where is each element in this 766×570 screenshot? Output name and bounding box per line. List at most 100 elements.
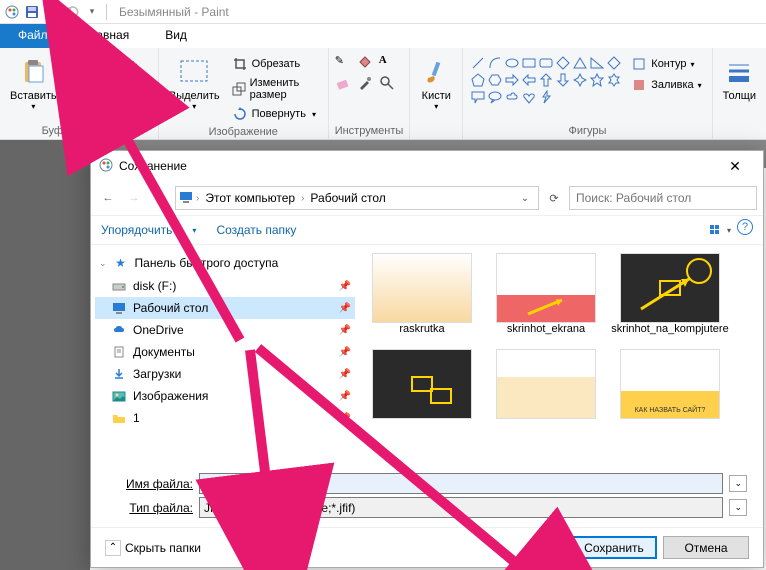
- search-input[interactable]: [576, 191, 750, 205]
- tree-item-downloads[interactable]: Загрузки📌: [95, 363, 355, 385]
- close-button[interactable]: ✕: [715, 152, 755, 180]
- group-label-image: Изображение: [165, 124, 322, 138]
- fill-icon[interactable]: [357, 54, 377, 73]
- shape-arrowu[interactable]: [539, 73, 553, 87]
- folder-tree: ⌄ ★ Панель быстрого доступа disk (F:)📌 Р…: [91, 245, 359, 464]
- shape-star5[interactable]: [590, 73, 604, 87]
- shape-curve[interactable]: [488, 56, 502, 70]
- magnify-icon[interactable]: [379, 75, 399, 94]
- shape-lightning[interactable]: [539, 90, 553, 104]
- dialog-toolbar: Упорядочить▾ Создать папку ▾ ?: [91, 215, 763, 245]
- tree-item-disk[interactable]: disk (F:)📌: [95, 275, 355, 297]
- picker-icon[interactable]: [357, 75, 377, 94]
- shape-hexagon[interactable]: [488, 73, 502, 87]
- shape-diamond[interactable]: [607, 56, 621, 70]
- filetype-label: Тип файла:: [107, 501, 193, 515]
- chevron-down-icon[interactable]: ⌄: [729, 475, 747, 492]
- help-button[interactable]: ?: [737, 219, 753, 235]
- cut-button[interactable]: ✂Вырезать: [65, 54, 152, 74]
- address-bar[interactable]: › Этот компьютер › Рабочий стол ⌄: [175, 186, 539, 210]
- shapes-gallery[interactable]: [469, 54, 623, 106]
- chevron-right-icon[interactable]: ›: [196, 193, 199, 204]
- brush-icon: [420, 56, 452, 88]
- breadcrumb-desktop[interactable]: Рабочий стол: [306, 189, 389, 207]
- shape-star4[interactable]: [573, 73, 587, 87]
- view-button[interactable]: ▾: [709, 219, 731, 241]
- file-item[interactable]: [491, 349, 601, 419]
- file-item[interactable]: КАК НАЗВАТЬ САЙТ?: [615, 349, 725, 419]
- shape-line[interactable]: [471, 56, 485, 70]
- chevron-down-icon[interactable]: ⌄: [729, 499, 747, 516]
- newfolder-button[interactable]: Создать папку: [216, 223, 296, 237]
- text-icon[interactable]: A: [379, 54, 399, 73]
- brushes-button[interactable]: Кисти ▾: [416, 54, 456, 113]
- file-list[interactable]: raskrutka skrinhot_ekrana skrinhot_na_ko…: [359, 245, 763, 464]
- pencil-icon[interactable]: ✎: [335, 54, 355, 73]
- shape-arrowr[interactable]: [505, 73, 519, 87]
- forward-button[interactable]: →: [123, 187, 145, 209]
- shape-polygon[interactable]: [556, 56, 570, 70]
- rotate-button[interactable]: Повернуть▾: [228, 104, 322, 124]
- shape-heart[interactable]: [522, 90, 536, 104]
- organize-button[interactable]: Упорядочить: [101, 223, 172, 237]
- group-label-shapes: Фигуры: [469, 123, 705, 137]
- undo-icon[interactable]: [44, 4, 60, 20]
- cancel-button[interactable]: Отмена: [663, 536, 749, 559]
- tab-home[interactable]: Главная: [66, 24, 148, 48]
- dialog-titlebar: Сохранение ✕: [91, 151, 763, 181]
- paste-button[interactable]: Вставить ▾: [6, 54, 61, 113]
- redo-icon[interactable]: [64, 4, 80, 20]
- qat-dropdown-icon[interactable]: ▾: [84, 4, 100, 20]
- breadcrumb-thispc[interactable]: Этот компьютер: [201, 189, 299, 207]
- shape-callout-rect[interactable]: [471, 90, 485, 104]
- addr-dropdown-icon[interactable]: ⌄: [514, 187, 536, 209]
- save-icon[interactable]: [24, 4, 40, 20]
- shape-rtriangle[interactable]: [590, 56, 604, 70]
- filetype-select[interactable]: [199, 497, 723, 518]
- shape-arrowl[interactable]: [522, 73, 536, 87]
- chevron-right-icon[interactable]: ›: [301, 193, 304, 204]
- shape-rect[interactable]: [522, 56, 536, 70]
- back-button[interactable]: ←: [97, 187, 119, 209]
- shape-oval[interactable]: [505, 56, 519, 70]
- tree-item-documents[interactable]: Документы📌: [95, 341, 355, 363]
- thickness-button[interactable]: Толщи: [719, 54, 760, 104]
- shape-callout-cloud[interactable]: [505, 90, 519, 104]
- tab-view[interactable]: Вид: [147, 24, 205, 48]
- hide-folders-button[interactable]: ⌃ Скрыть папки: [105, 540, 201, 556]
- filename-input[interactable]: [199, 473, 723, 494]
- up-button[interactable]: ↑: [149, 187, 171, 209]
- outline-button[interactable]: Контур▾: [627, 54, 705, 74]
- save-button[interactable]: Сохранить: [571, 536, 657, 559]
- tree-item-pictures[interactable]: Изображения📌: [95, 385, 355, 407]
- downloads-icon: [111, 366, 127, 382]
- group-clipboard: Вставить ▾ ✂Вырезать Копировать Буфер об…: [0, 48, 159, 139]
- tree-quickaccess[interactable]: ⌄ ★ Панель быстрого доступа: [95, 251, 355, 275]
- chevron-down-icon[interactable]: ⌄: [99, 258, 107, 269]
- eraser-icon[interactable]: [335, 75, 355, 94]
- tree-item-onedrive[interactable]: OneDrive📌: [95, 319, 355, 341]
- file-item[interactable]: skrinhot_na_kompjutere: [615, 253, 725, 335]
- shape-pentagon[interactable]: [471, 73, 485, 87]
- fill-button[interactable]: Заливка▾: [627, 75, 705, 95]
- shape-arrowd[interactable]: [556, 73, 570, 87]
- pin-icon: 📌: [339, 391, 351, 402]
- copy-button[interactable]: Копировать: [65, 75, 152, 95]
- shape-roundrect[interactable]: [539, 56, 553, 70]
- shape-triangle[interactable]: [573, 56, 587, 70]
- group-brushes: Кисти ▾: [410, 48, 463, 139]
- refresh-button[interactable]: ⟳: [543, 187, 565, 209]
- tree-item-desktop[interactable]: Рабочий стол📌: [95, 297, 355, 319]
- group-shapes: Контур▾ Заливка▾ Фигуры: [463, 48, 712, 139]
- crop-button[interactable]: Обрезать: [228, 54, 322, 74]
- search-box[interactable]: [569, 186, 757, 210]
- select-button[interactable]: Выделить ▾: [165, 54, 224, 113]
- file-item[interactable]: raskrutka: [367, 253, 477, 335]
- tab-file[interactable]: Файл: [0, 24, 66, 48]
- tree-item-folder1[interactable]: 1📌: [95, 407, 355, 429]
- file-item[interactable]: skrinhot_ekrana: [491, 253, 601, 335]
- resize-button[interactable]: Изменить размер: [228, 75, 322, 103]
- file-item[interactable]: [367, 349, 477, 419]
- shape-callout-oval[interactable]: [488, 90, 502, 104]
- shape-star6[interactable]: [607, 73, 621, 87]
